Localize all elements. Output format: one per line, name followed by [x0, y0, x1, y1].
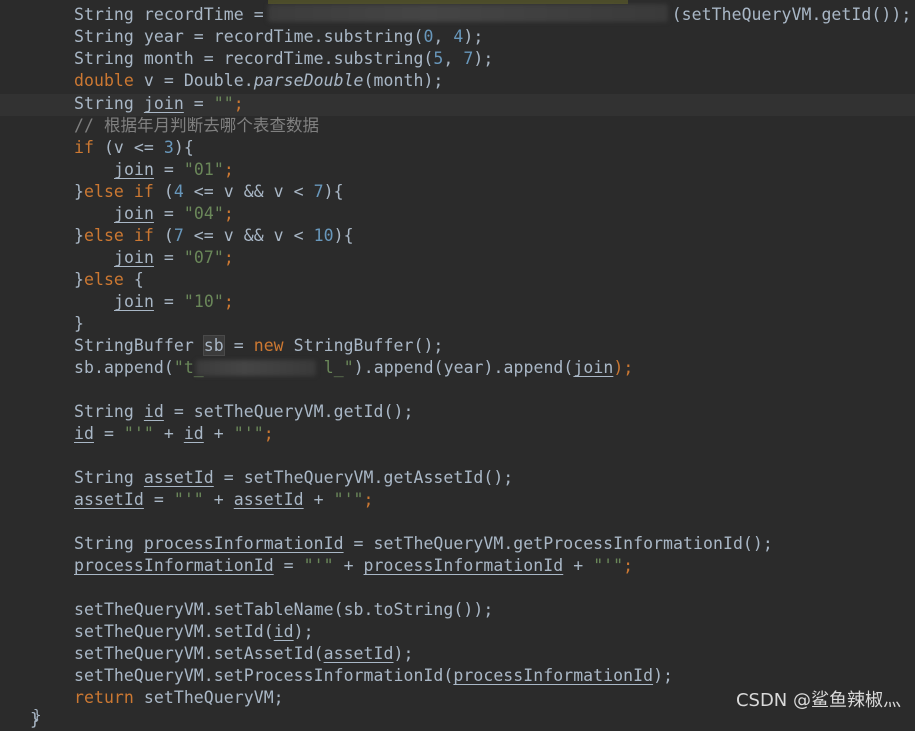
code-line-20[interactable]: String assetId = setTheQueryVM.getAssetI… — [74, 467, 513, 489]
code-line-27[interactable]: setTheQueryVM.setProcessInformationId(pr… — [74, 665, 673, 687]
code-line-15[interactable]: } — [74, 313, 84, 335]
code-comment[interactable]: // 根据年月判断去哪个表查数据 — [74, 115, 319, 137]
code-line-17[interactable]: sb.append("t_ l_").append(year).append(jo… — [74, 357, 633, 379]
code-line-16[interactable]: StringBuffer sb = new StringBuffer(); — [74, 335, 443, 357]
code-line-19[interactable]: id = "'" + id + "'"; — [74, 423, 274, 445]
code-line-1[interactable]: String recordTime = (setTheQueryVM.getId… — [74, 4, 911, 26]
code-line-7[interactable]: if (v <= 3){ — [74, 137, 194, 159]
code-line-25[interactable]: setTheQueryVM.setId(id); — [74, 621, 314, 643]
code-line-9[interactable]: }else if (4 <= v && v < 7){ — [74, 181, 344, 203]
code-line-2[interactable]: String year = recordTime.substring(0, 4)… — [74, 26, 483, 48]
code-line-13[interactable]: }else { — [74, 269, 144, 291]
code-line-23[interactable]: processInformationId = "'" + processInfo… — [74, 555, 633, 577]
code-line-12[interactable]: join = "07"; — [114, 247, 234, 269]
code-line-5[interactable]: String join = ""; — [74, 93, 244, 115]
code-line-11[interactable]: }else if (7 <= v && v < 10){ — [74, 225, 354, 247]
code-line-21[interactable]: assetId = "'" + assetId + "'"; — [74, 489, 374, 511]
code-line-10[interactable]: join = "04"; — [114, 203, 234, 225]
code-line-29[interactable]: } — [30, 709, 40, 731]
code-line-14[interactable]: join = "10"; — [114, 291, 234, 313]
code-editor[interactable]: } String recordTime = (setTheQueryVM.get… — [0, 0, 915, 729]
code-line-3[interactable]: String month = recordTime.substring(5, 7… — [74, 48, 493, 70]
csdn-watermark: CSDN @鲨鱼辣椒灬 — [735, 690, 901, 711]
code-line-26[interactable]: setTheQueryVM.setAssetId(assetId); — [74, 643, 413, 665]
code-line-24[interactable]: setTheQueryVM.setTableName(sb.toString()… — [74, 599, 493, 621]
code-line-22[interactable]: String processInformationId = setTheQuer… — [74, 533, 773, 555]
code-line-28[interactable]: return setTheQueryVM; — [74, 687, 284, 709]
code-line-4[interactable]: double v = Double.parseDouble(month); — [74, 70, 443, 92]
code-line-8[interactable]: join = "01"; — [114, 159, 234, 181]
code-line-18[interactable]: String id = setTheQueryVM.getId(); — [74, 401, 413, 423]
